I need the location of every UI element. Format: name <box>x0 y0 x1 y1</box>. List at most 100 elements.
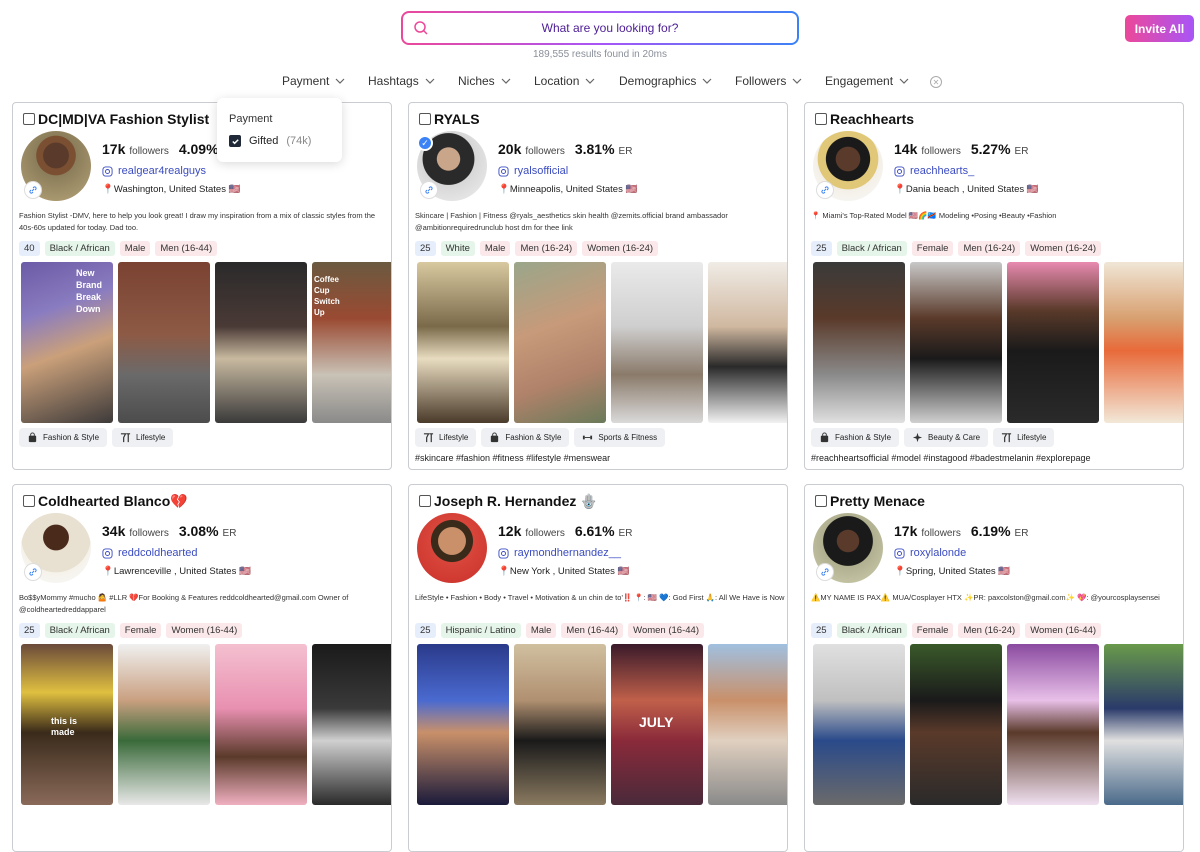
post-thumbnail[interactable] <box>215 644 307 805</box>
category-chip[interactable]: Lifestyle <box>993 428 1055 447</box>
filter-engagement[interactable]: Engagement <box>825 74 909 88</box>
creator-card[interactable]: Joseph R. Hernandez 🪬 12k followers 6.61% E… <box>408 484 788 852</box>
ethnicity-tag: Hispanic / Latino <box>440 623 521 638</box>
post-thumbnail[interactable]: this is made <box>21 644 113 805</box>
followers-count: 34k <box>102 523 126 539</box>
search-box[interactable] <box>401 11 799 45</box>
post-thumbnail[interactable] <box>417 262 509 423</box>
select-checkbox[interactable] <box>23 495 35 507</box>
post-thumbnail[interactable] <box>813 262 905 423</box>
er-value: 3.08% <box>178 523 219 539</box>
search-icon <box>414 21 428 35</box>
category-chip[interactable]: Fashion & Style <box>19 428 108 447</box>
select-checkbox[interactable] <box>815 113 827 125</box>
filter-niches[interactable]: Niches <box>458 74 511 88</box>
hashtags: #reachheartsofficial #model #instagood #… <box>811 453 1091 463</box>
post-thumbnail[interactable] <box>312 644 391 805</box>
age-tag: 25 <box>811 241 832 256</box>
link-icon[interactable] <box>24 563 42 581</box>
photo-strip: this is made <box>21 644 391 805</box>
creator-name: DC|MD|VA Fashion Stylist <box>38 111 210 127</box>
results-count: 189,555 results found in 20ms <box>533 49 667 60</box>
post-thumbnail[interactable] <box>1104 644 1183 805</box>
thumbnail-caption: Coffee Cup Switch Up <box>314 275 340 317</box>
gender-tag: Male <box>525 623 557 638</box>
followers-count: 14k <box>894 141 918 157</box>
link-icon[interactable] <box>24 181 42 199</box>
select-checkbox[interactable] <box>815 495 827 507</box>
post-thumbnail[interactable] <box>514 644 606 805</box>
photo-strip <box>417 262 787 423</box>
post-thumbnail[interactable] <box>118 262 210 423</box>
creator-card[interactable]: Reachhearts 14k followers 5.27% ER reachhea… <box>804 102 1184 470</box>
post-thumbnail[interactable] <box>611 262 703 423</box>
category-chip[interactable]: Lifestyle <box>112 428 174 447</box>
ethnicity-tag: White <box>440 241 475 256</box>
select-checkbox[interactable] <box>23 113 35 125</box>
invite-all-button[interactable]: Invite All <box>1125 15 1194 42</box>
filter-label: Location <box>534 74 580 88</box>
gifted-option[interactable]: Gifted (74k) <box>229 135 311 147</box>
post-thumbnail[interactable] <box>708 644 787 805</box>
link-icon[interactable] <box>816 563 834 581</box>
handle-text: ryalsofficial <box>514 165 569 177</box>
instagram-handle[interactable]: roxylalonde <box>894 547 966 559</box>
post-thumbnail[interactable] <box>708 262 787 423</box>
category-chip[interactable]: Fashion & Style <box>481 428 570 447</box>
instagram-handle[interactable]: reddcoldhearted <box>102 547 198 559</box>
post-thumbnail[interactable] <box>417 644 509 805</box>
post-thumbnail[interactable]: Coffee Cup Switch Up <box>312 262 391 423</box>
post-thumbnail[interactable] <box>910 644 1002 805</box>
instagram-handle[interactable]: reachhearts_ <box>894 165 974 177</box>
filter-payment[interactable]: Payment <box>282 74 345 88</box>
filter-demographics[interactable]: Demographics <box>619 74 712 88</box>
tag-row: 25 White Male Men (16-24) Women (16-24) <box>415 241 659 256</box>
post-thumbnail[interactable]: New Brand Break Down <box>21 262 113 423</box>
post-thumbnail[interactable]: JULY <box>611 644 703 805</box>
clear-filters-icon[interactable]: ✕ <box>930 76 942 88</box>
link-icon[interactable] <box>816 181 834 199</box>
tag-row: 25 Black / African Female Men (16-24) Women … <box>811 241 1102 256</box>
creator-card[interactable]: RYALS ✓ 20k followers 3.81% ER ryalsofficia… <box>408 102 788 470</box>
category-label: Sports & Fitness <box>598 433 658 442</box>
checkbox-checked-icon[interactable] <box>229 135 241 147</box>
post-thumbnail[interactable] <box>118 644 210 805</box>
post-thumbnail[interactable] <box>514 262 606 423</box>
payment-dropdown: Payment Gifted (74k) <box>217 98 342 162</box>
audience-tag: Men (16-44) <box>561 623 624 638</box>
creator-card[interactable]: Coldhearted Blanco💔 34k followers 3.08% ER … <box>12 484 392 852</box>
er-value: 3.81% <box>574 141 615 157</box>
instagram-handle[interactable]: raymondhernandez__ <box>498 547 621 559</box>
photo-strip <box>813 262 1183 423</box>
category-chip[interactable]: Fashion & Style <box>811 428 900 447</box>
creator-card[interactable]: Pretty Menace 17k followers 6.19% ER roxyla… <box>804 484 1184 852</box>
instagram-handle[interactable]: ryalsofficial <box>498 165 568 177</box>
category-label: Fashion & Style <box>43 433 100 442</box>
post-thumbnail[interactable] <box>910 262 1002 423</box>
category-chip[interactable]: Beauty & Care <box>904 428 989 447</box>
select-checkbox[interactable] <box>419 113 431 125</box>
select-checkbox[interactable] <box>419 495 431 507</box>
photo-strip: New Brand Break Down Coffee Cup Switch U… <box>21 262 391 423</box>
post-thumbnail[interactable] <box>1104 262 1183 423</box>
post-thumbnail[interactable] <box>215 262 307 423</box>
instagram-handle[interactable]: realgear4realguys <box>102 165 206 177</box>
post-thumbnail[interactable] <box>1007 644 1099 805</box>
filter-hashtags[interactable]: Hashtags <box>368 74 435 88</box>
post-thumbnail[interactable] <box>813 644 905 805</box>
bio: ⚠️MY NAME IS PAX⚠️ MUA/Cosplayer HTX ✨PR… <box>811 593 1160 602</box>
filter-followers[interactable]: Followers <box>735 74 802 88</box>
category-chip[interactable]: Lifestyle <box>415 428 477 447</box>
audience-tag: Men (16-24) <box>958 241 1021 256</box>
search-input[interactable] <box>403 13 797 43</box>
post-thumbnail[interactable] <box>1007 262 1099 423</box>
link-icon[interactable] <box>420 181 438 199</box>
location: 📍Minneapolis, United States 🇺🇸 <box>498 184 638 195</box>
category-label: Fashion & Style <box>505 433 562 442</box>
tag-row: 25 Black / African Female Women (16-44) <box>19 623 243 638</box>
er-value: 4.09% <box>178 141 219 157</box>
tag-row: 40 Black / African Male Men (16-44) <box>19 241 218 256</box>
filter-location[interactable]: Location <box>534 74 595 88</box>
category-chip[interactable]: Sports & Fitness <box>574 428 666 447</box>
filter-label: Demographics <box>619 74 697 88</box>
